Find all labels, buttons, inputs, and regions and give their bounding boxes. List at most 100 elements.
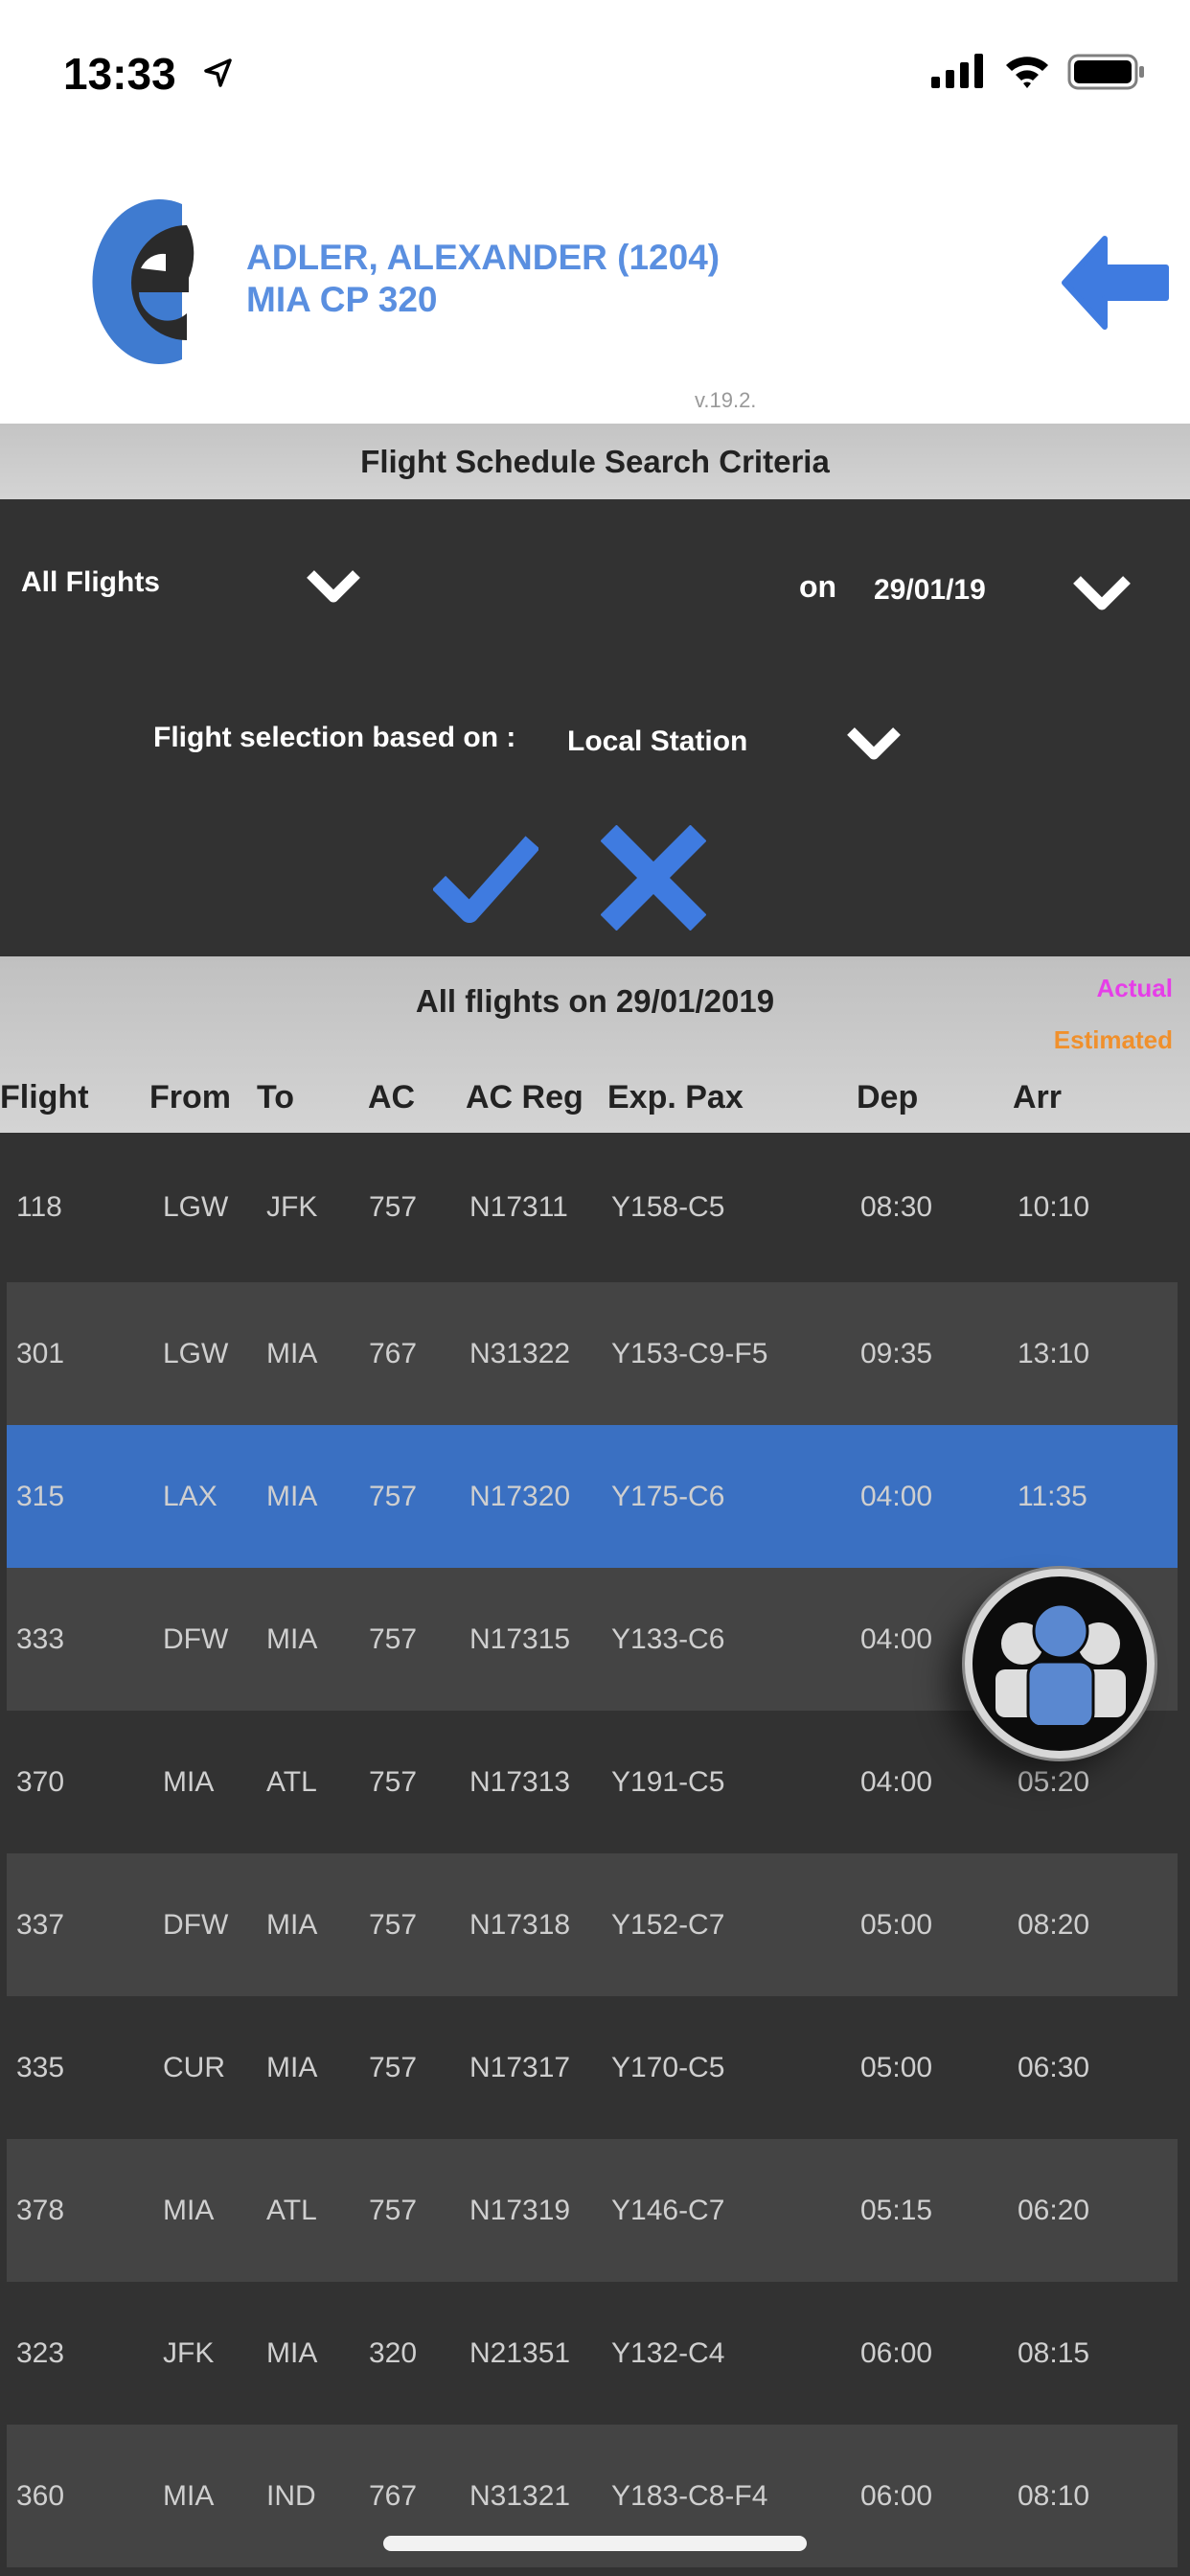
cell-to: IND — [266, 2479, 316, 2512]
cell-exp-pax: Y153-C9-F5 — [611, 1337, 768, 1369]
cell-ac: 757 — [369, 1480, 418, 1512]
cell-to: ATL — [266, 2194, 317, 2226]
selection-select[interactable]: Local Station — [567, 725, 747, 758]
cell-ac-reg: N31322 — [469, 1337, 571, 1369]
cell-to: MIA — [266, 1337, 318, 1369]
cell-flight: 335 — [16, 2051, 65, 2083]
col-from: From — [149, 1079, 231, 1116]
cell-arr: 13:10 — [1018, 1337, 1090, 1369]
cell-flight: 360 — [16, 2479, 65, 2512]
signal-icon — [931, 54, 983, 88]
cell-flight: 323 — [16, 2336, 65, 2369]
cell-ac-reg: N17319 — [469, 2194, 571, 2226]
app-logo — [92, 199, 195, 364]
cell-ac-reg: N21351 — [469, 2336, 571, 2369]
cell-dep: 04:00 — [860, 1765, 933, 1798]
cell-dep: 05:00 — [860, 2051, 933, 2083]
cell-to: MIA — [266, 1622, 318, 1655]
cell-exp-pax: Y146-C7 — [611, 2194, 725, 2226]
confirm-check-icon[interactable] — [433, 833, 538, 925]
battery-icon — [1067, 54, 1144, 90]
cell-flight: 301 — [16, 1337, 65, 1369]
search-criteria-panel: All Flights on 29/01/19 Flight selection… — [0, 499, 1190, 956]
cell-flight: 370 — [16, 1765, 65, 1798]
col-flight: Flight — [0, 1079, 89, 1116]
cell-to: JFK — [266, 1191, 318, 1223]
cell-arr: 08:15 — [1018, 2336, 1090, 2369]
cell-dep: 09:35 — [860, 1337, 933, 1369]
cell-to: ATL — [266, 1765, 317, 1798]
cell-ac: 757 — [369, 1765, 418, 1798]
flight-row[interactable]: 315 LAX MIA 757 N17320 Y175-C6 04:00 11:35 — [7, 1425, 1178, 1568]
cell-ac-reg: N17311 — [469, 1191, 568, 1223]
status-bar: 13:33 — [0, 0, 1190, 144]
chevron-down-icon[interactable] — [305, 566, 362, 605]
list-title: All flights on 29/01/2019 — [415, 983, 775, 1019]
cell-from: DFW — [163, 1622, 229, 1655]
location-arrow-icon — [204, 58, 232, 87]
cell-flight: 118 — [16, 1191, 62, 1223]
col-to: To — [257, 1079, 295, 1116]
cell-arr: 08:10 — [1018, 2479, 1090, 2512]
cell-dep: 06:00 — [860, 2479, 933, 2512]
cell-from: DFW — [163, 1908, 229, 1941]
cell-exp-pax: Y158-C5 — [611, 1191, 725, 1223]
cell-flight: 315 — [16, 1480, 65, 1512]
cell-to: MIA — [266, 1480, 318, 1512]
cell-ac-reg: N17315 — [469, 1622, 571, 1655]
cell-to: MIA — [266, 2051, 318, 2083]
selection-label: Flight selection based on : — [153, 722, 516, 753]
cell-exp-pax: Y183-C8-F4 — [611, 2479, 768, 2512]
cell-from: CUR — [163, 2051, 225, 2083]
cell-flight: 333 — [16, 1622, 65, 1655]
cell-arr: 06:30 — [1018, 2051, 1090, 2083]
cell-to: MIA — [266, 1908, 318, 1941]
station-label: MIA CP 320 — [246, 280, 438, 319]
cell-dep: 04:00 — [860, 1480, 933, 1512]
flight-filter-select[interactable]: All Flights — [21, 566, 160, 599]
flight-row[interactable]: 335 CUR MIA 757 N17317 Y170-C5 05:00 06:30 — [7, 1996, 1178, 2139]
cell-ac: 757 — [369, 2051, 418, 2083]
crew-group-icon — [995, 1602, 1126, 1725]
cancel-x-icon[interactable] — [601, 825, 706, 931]
user-name: ADLER, ALEXANDER (1204) — [246, 238, 721, 277]
flight-row[interactable]: 118 LGW JFK 757 N17311 Y158-C5 08:30 10:10 — [7, 1133, 1178, 1282]
cell-arr: 08:20 — [1018, 1908, 1090, 1941]
cell-exp-pax: Y170-C5 — [611, 2051, 725, 2083]
status-time: 13:33 — [63, 49, 176, 99]
legend-actual: Actual — [1096, 974, 1173, 1002]
cell-ac-reg: N17318 — [469, 1908, 571, 1941]
flight-row[interactable]: 301 LGW MIA 767 N31322 Y153-C9-F5 09:35 13:10 — [7, 1282, 1178, 1425]
cell-exp-pax: Y175-C6 — [611, 1480, 725, 1512]
flight-row[interactable]: 378 MIA ATL 757 N17319 Y146-C7 05:15 06:20 — [7, 2139, 1178, 2282]
flight-row[interactable]: 337 DFW MIA 757 N17318 Y152-C7 05:00 08:20 — [7, 1853, 1178, 1996]
cell-from: MIA — [163, 1765, 215, 1798]
col-arr: Arr — [1013, 1079, 1063, 1116]
crew-button[interactable] — [965, 1569, 1155, 1759]
cell-from: LGW — [163, 1337, 229, 1369]
cell-dep: 04:00 — [860, 1622, 933, 1655]
cell-arr: 10:10 — [1018, 1191, 1090, 1223]
cell-ac: 757 — [369, 1191, 418, 1223]
cell-from: MIA — [163, 2194, 215, 2226]
wifi-icon — [1006, 57, 1048, 88]
cell-dep: 05:00 — [860, 1908, 933, 1941]
col-dep: Dep — [857, 1079, 919, 1116]
cell-ac: 320 — [369, 2336, 418, 2369]
cell-exp-pax: Y132-C4 — [611, 2336, 725, 2369]
legend-estimated: Estimated — [1053, 1025, 1173, 1054]
cell-ac: 757 — [369, 1622, 418, 1655]
col-exp-pax: Exp. Pax — [607, 1079, 744, 1116]
flight-row[interactable]: 323 JFK MIA 320 N21351 Y132-C4 06:00 08:15 — [7, 2282, 1178, 2425]
cell-exp-pax: Y191-C5 — [611, 1765, 725, 1798]
version-label: v.19.2. — [695, 388, 757, 412]
cell-exp-pax: Y133-C6 — [611, 1622, 725, 1655]
date-select[interactable]: 29/01/19 — [874, 574, 986, 607]
back-arrow-icon[interactable] — [1059, 235, 1169, 331]
chevron-down-icon[interactable] — [845, 724, 903, 762]
col-ac-reg: AC Reg — [466, 1079, 584, 1116]
cell-flight: 378 — [16, 2194, 65, 2226]
cell-ac: 757 — [369, 2194, 418, 2226]
cell-flight: 337 — [16, 1908, 65, 1941]
chevron-down-icon[interactable] — [1071, 572, 1133, 612]
